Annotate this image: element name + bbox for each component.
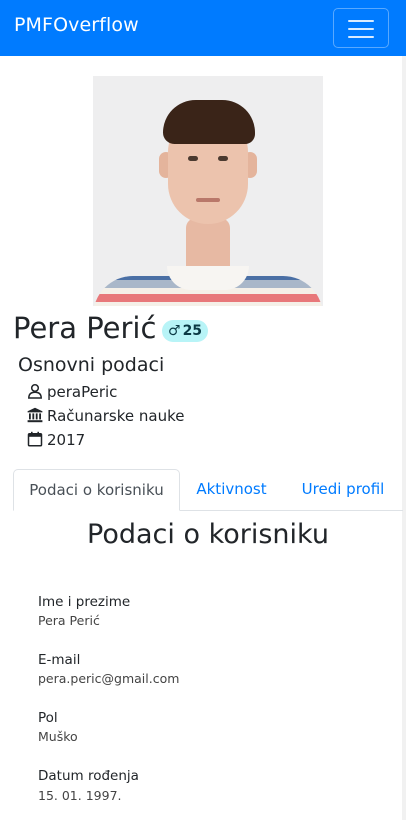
navbar-toggle-button[interactable] [333, 8, 389, 48]
tab-user-info[interactable]: Podaci o korisniku [13, 469, 180, 511]
tab-activity[interactable]: Aktivnost [180, 469, 283, 511]
basic-info-heading: Osnovni podaci [18, 354, 165, 376]
field-value-email: pera.peric@gmail.com [38, 671, 180, 686]
male-icon: ♂ [168, 323, 181, 339]
field-label-email: E-mail [38, 652, 81, 668]
tab-edit-profile[interactable]: Uredi profil [283, 469, 403, 511]
hamburger-icon-bar [348, 20, 374, 22]
field-value-gender: Muško [38, 729, 78, 744]
university-icon [27, 407, 43, 423]
photo-hair [163, 100, 255, 144]
calendar-icon [27, 431, 43, 447]
navbar: PMFOverflow [0, 0, 406, 56]
username-text: peraPeric [47, 383, 118, 401]
photo-eye [188, 156, 198, 161]
brand-link[interactable]: PMFOverflow [14, 14, 139, 36]
profile-tabs: Podaci o korisniku Aktivnost Uredi profi… [13, 469, 403, 511]
field-label-gender: Pol [38, 710, 58, 726]
username-row: peraPeric [27, 381, 117, 403]
field-value-birth-date: 15. 01. 1997. [38, 788, 122, 803]
profile-name: Pera Perić [13, 311, 157, 345]
user-icon [28, 383, 42, 399]
age-value: 25 [182, 323, 203, 339]
photo-collar [167, 266, 249, 290]
panel-title: Podaci o korisniku [87, 519, 329, 550]
year-row: 2017 [27, 429, 85, 451]
hamburger-icon-bar [348, 36, 374, 38]
department-text: Računarske nauke [47, 407, 185, 425]
year-text: 2017 [47, 431, 86, 449]
department-row: Računarske nauke [27, 405, 184, 427]
field-value-full-name: Pera Perić [38, 613, 100, 628]
field-label-birth-date: Datum rođenja [38, 768, 139, 784]
photo-eye [218, 156, 228, 161]
profile-photo [93, 76, 323, 306]
field-label-full-name: Ime i prezime [38, 594, 131, 610]
photo-mouth [196, 198, 220, 202]
hamburger-icon-bar [348, 28, 374, 30]
scrollbar[interactable] [402, 56, 406, 820]
age-badge: ♂ 25 [162, 320, 209, 342]
